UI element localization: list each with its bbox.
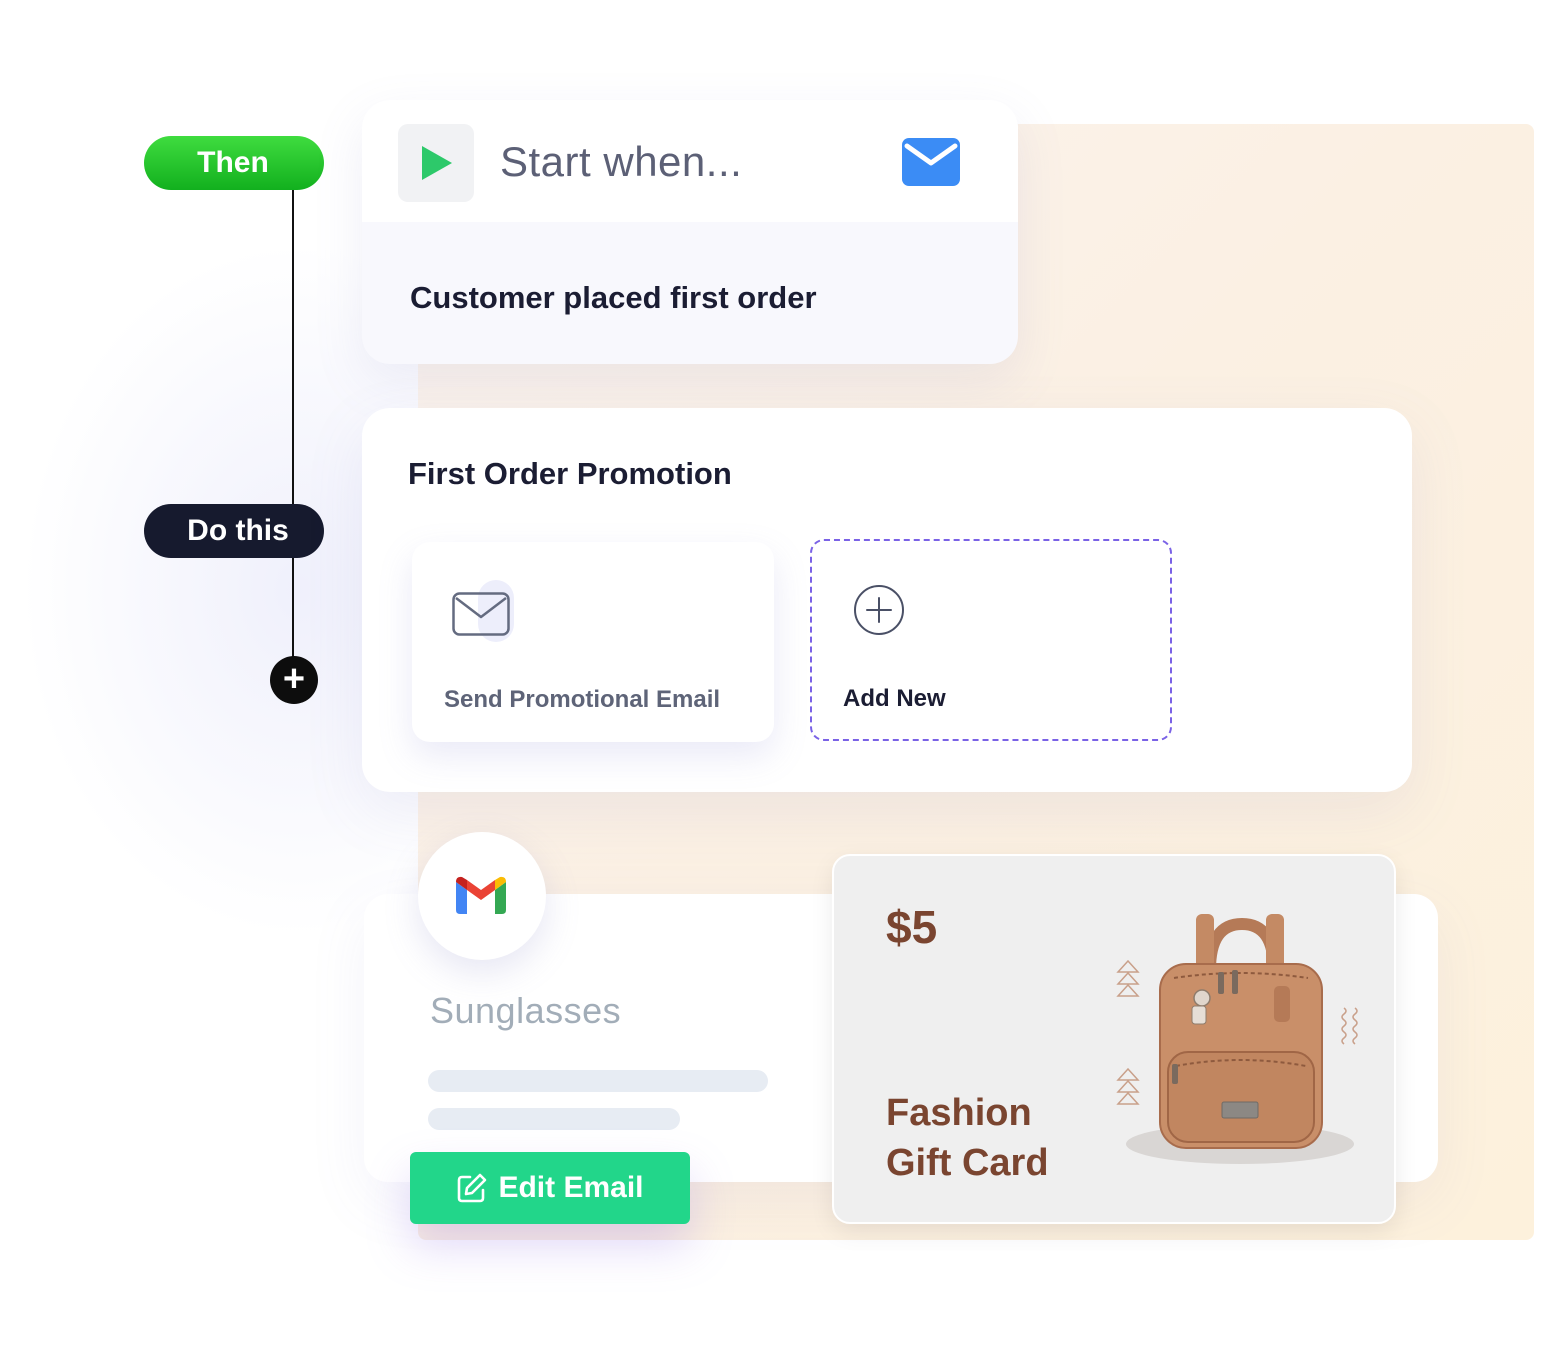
gmail-badge [418,832,546,960]
product-name: Sunglasses [430,990,622,1031]
play-button[interactable] [398,124,474,202]
text-placeholder-line [428,1108,680,1130]
timeline-connector [292,188,294,658]
add-new-label: Add New [843,685,946,712]
gmail-icon [456,876,506,914]
gift-card-title: Fashion Gift Card [886,1088,1049,1188]
edit-icon [458,1173,487,1203]
do-this-step-label[interactable]: Do this [144,504,324,558]
add-step-button[interactable]: + [270,656,318,704]
gift-card: $5 Fashion Gift Card [832,854,1396,1224]
edit-email-button[interactable]: Edit Email [410,1152,690,1224]
action-send-promotional-email[interactable]: Send Promotional Email [412,542,774,742]
trigger-condition: Customer placed first order [410,280,817,315]
gift-card-title-line-1: Fashion [886,1092,1032,1134]
envelope-icon [452,592,510,636]
add-circle-icon [854,585,904,635]
add-new-action-tile[interactable]: Add New [810,539,1172,741]
edit-email-label: Edit Email [498,1171,644,1204]
play-icon [422,146,452,180]
gift-card-title-line-2: Gift Card [886,1142,1049,1184]
trigger-card[interactable]: Start when... Customer placed first orde… [362,100,1018,364]
backpack-image [1126,914,1354,1164]
automation-canvas: Then Do this + Start when... Customer pl… [0,0,1556,1352]
start-when-label: Start when... [500,138,743,185]
action-label: Send Promotional Email [444,686,721,713]
gift-card-price: $5 [886,901,938,953]
text-placeholder-line [428,1070,768,1092]
promotion-card: First Order Promotion Send Promotional E… [362,408,1412,792]
trigger-header: Start when... [362,100,1018,222]
mail-icon [902,138,960,186]
promotion-title: First Order Promotion [408,456,732,491]
then-step-label[interactable]: Then [144,136,324,190]
